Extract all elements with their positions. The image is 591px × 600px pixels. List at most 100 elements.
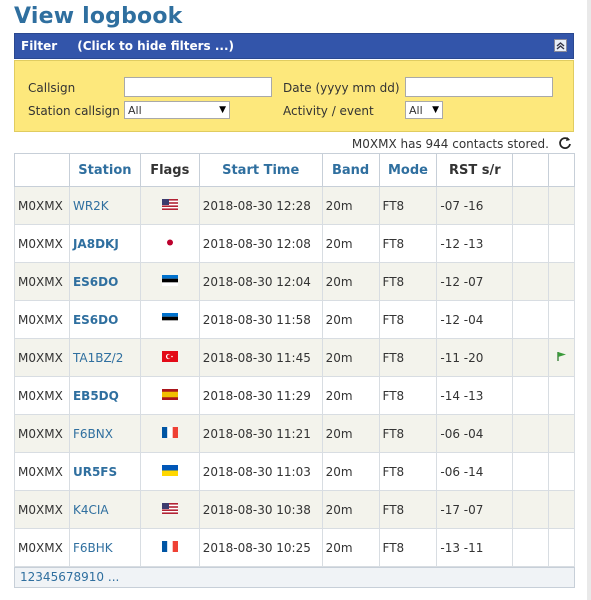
refresh-icon[interactable]	[558, 136, 572, 153]
extra-cell	[512, 490, 549, 529]
station-link[interactable]: F6BHK	[73, 541, 113, 555]
rst-cell: -11 -20	[436, 338, 514, 377]
band-cell: 20m	[321, 338, 380, 377]
operator-cell: M0XMX	[14, 338, 70, 377]
column-header-start-time[interactable]: Start Time	[198, 153, 323, 187]
marker-cell	[547, 262, 576, 301]
station-link[interactable]: ES6DO	[73, 275, 118, 289]
marker-cell	[547, 186, 576, 225]
callsign-input[interactable]	[124, 77, 272, 97]
station-link[interactable]: F6BNX	[73, 427, 113, 441]
station-cell: F6BNX	[68, 414, 141, 453]
toggle-filters-link[interactable]: (Click to hide filters ...)	[77, 39, 234, 53]
pagination-page-3[interactable]: 3	[35, 570, 43, 584]
pagination-page-9[interactable]: 9	[81, 570, 89, 584]
table-row: M0XMX UR5FS 2018-08-30 11:03 20m FT8 -06 -14	[14, 452, 576, 491]
marker-cell	[547, 338, 576, 377]
operator-cell: M0XMX	[14, 300, 70, 339]
marker-cell	[547, 528, 576, 567]
rst-cell: -06 -14	[436, 452, 514, 491]
station-link[interactable]: K4CIA	[73, 503, 109, 517]
flag-marker-icon[interactable]	[556, 351, 567, 365]
turkey-flag-icon	[161, 350, 178, 365]
band-cell: 20m	[321, 224, 380, 263]
pagination-page-10[interactable]: 10	[89, 570, 104, 584]
scrollbar[interactable]	[587, 0, 591, 600]
flag-cell	[139, 300, 200, 339]
pagination-more[interactable]: ...	[108, 570, 119, 584]
station-callsign-select[interactable]: All ▼	[124, 101, 230, 119]
station-link[interactable]: TA1BZ/2	[73, 351, 123, 365]
start-time-cell: 2018-08-30 11:03	[198, 452, 323, 491]
band-cell: 20m	[321, 300, 380, 339]
rst-cell: -14 -13	[436, 376, 514, 415]
japan-flag-icon	[161, 236, 178, 251]
table-row: M0XMX ES6DO 2018-08-30 11:58 20m FT8 -12 -04	[14, 300, 576, 339]
marker-cell	[547, 490, 576, 529]
mode-cell: FT8	[378, 262, 438, 301]
start-time-cell: 2018-08-30 11:58	[198, 300, 323, 339]
mode-cell: FT8	[378, 300, 438, 339]
station-link[interactable]: JA8DKJ	[73, 237, 119, 251]
extra-cell	[512, 528, 549, 567]
date-input[interactable]	[405, 77, 553, 97]
filter-bar: Filter (Click to hide filters ...)	[14, 33, 574, 59]
mode-cell: FT8	[378, 186, 438, 225]
extra-cell	[512, 414, 549, 453]
band-cell: 20m	[321, 186, 380, 225]
table-row: M0XMX K4CIA 2018-08-30 10:38 20m FT8 -17 -07	[14, 490, 576, 529]
mode-cell: FT8	[378, 338, 438, 377]
callsign-label: Callsign	[28, 81, 76, 95]
mode-cell: FT8	[378, 452, 438, 491]
band-cell: 20m	[321, 376, 380, 415]
station-link[interactable]: UR5FS	[73, 465, 117, 479]
column-header-band[interactable]: Band	[321, 153, 380, 187]
column-header-station[interactable]: Station	[68, 153, 141, 187]
activity-value: All	[409, 103, 423, 117]
column-header-operator	[14, 153, 70, 187]
pagination-page-1[interactable]: 1	[20, 570, 28, 584]
column-header-mode[interactable]: Mode	[378, 153, 438, 187]
rst-cell: -07 -16	[436, 186, 514, 225]
date-label: Date (yyyy mm dd)	[283, 81, 400, 95]
station-cell: F6BHK	[68, 528, 141, 567]
station-link[interactable]: WR2K	[73, 199, 109, 213]
station-cell: EB5DQ	[68, 376, 141, 415]
flag-cell	[139, 338, 200, 377]
table-row: M0XMX WR2K 2018-08-30 12:28 20m FT8 -07 -16	[14, 186, 576, 225]
table-header-row: Station Flags Start Time Band Mode RST s…	[14, 153, 576, 187]
operator-cell: M0XMX	[14, 224, 70, 263]
pagination-page-8[interactable]: 8	[73, 570, 81, 584]
table-row: M0XMX F6BHK 2018-08-30 10:25 20m FT8 -13 -11	[14, 528, 576, 567]
flag-cell	[139, 262, 200, 301]
rst-cell: -12 -04	[436, 300, 514, 339]
mode-cell: FT8	[378, 528, 438, 567]
table-row: M0XMX ES6DO 2018-08-30 12:04 20m FT8 -12 -07	[14, 262, 576, 301]
rst-cell: -12 -13	[436, 224, 514, 263]
usa-flag-icon	[161, 198, 178, 213]
station-cell: WR2K	[68, 186, 141, 225]
station-cell: JA8DKJ	[68, 224, 141, 263]
column-header-rst: RST s/r	[436, 153, 514, 187]
station-cell: ES6DO	[68, 300, 141, 339]
operator-cell: M0XMX	[14, 414, 70, 453]
chevron-down-icon: ▼	[432, 105, 439, 115]
station-link[interactable]: EB5DQ	[73, 389, 119, 403]
operator-cell: M0XMX	[14, 376, 70, 415]
pagination-page-6[interactable]: 6	[58, 570, 66, 584]
france-flag-icon	[161, 540, 178, 555]
mode-cell: FT8	[378, 376, 438, 415]
activity-select[interactable]: All ▼	[405, 101, 443, 119]
estonia-flag-icon	[161, 274, 178, 289]
page-title: View logbook	[14, 4, 183, 29]
start-time-cell: 2018-08-30 11:21	[198, 414, 323, 453]
station-link[interactable]: ES6DO	[73, 313, 118, 327]
rst-cell: -12 -07	[436, 262, 514, 301]
flag-cell	[139, 490, 200, 529]
flag-cell	[139, 414, 200, 453]
contacts-count: M0XMX has 944 contacts stored.	[351, 137, 549, 151]
collapse-icon[interactable]	[554, 39, 567, 52]
column-header-extra-2	[547, 153, 576, 187]
pagination-page-4[interactable]: 4	[43, 570, 51, 584]
station-cell: ES6DO	[68, 262, 141, 301]
